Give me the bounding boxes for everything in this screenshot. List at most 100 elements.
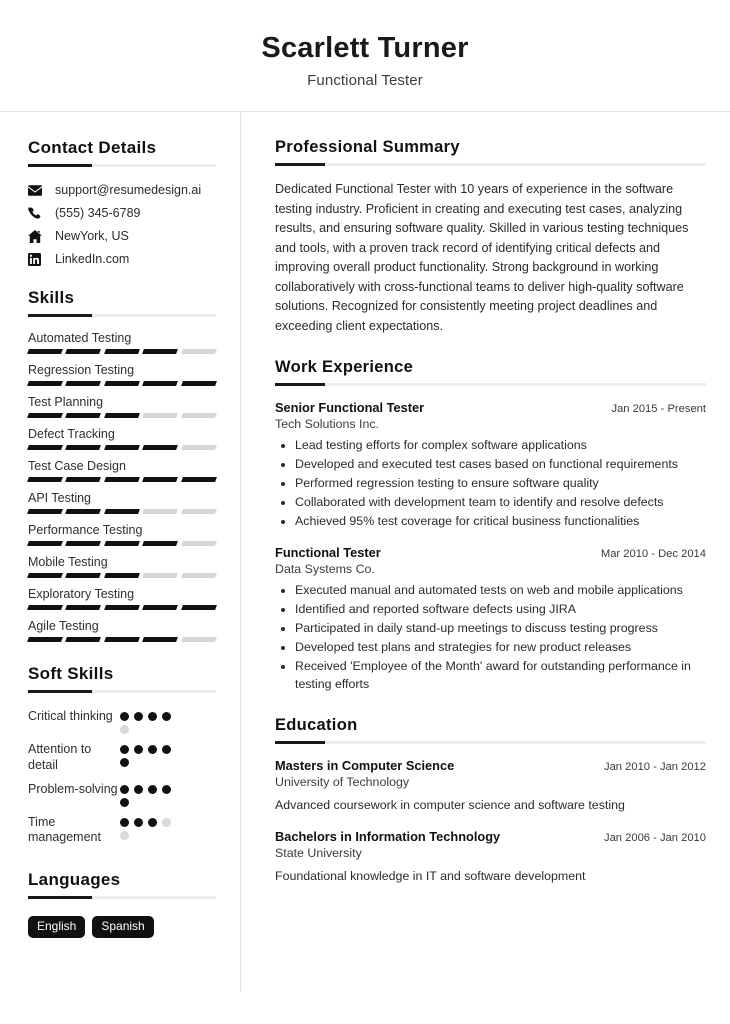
soft-skill-name: Problem-solving (28, 781, 118, 796)
skill-item: API Testing (27, 491, 217, 515)
skill-level-segment (142, 349, 179, 355)
company-name: Tech Solutions Inc. (275, 417, 380, 432)
skill-level-segment (65, 509, 102, 515)
soft-skill-item: Attention to detail (28, 741, 216, 773)
skill-name: Automated Testing (28, 331, 132, 346)
contact-item-text: NewYork, US (55, 229, 129, 244)
skill-level-segment (27, 477, 64, 483)
section-contact-details: Contact Details support@resumedesign.ai (… (28, 138, 216, 266)
skill-level-segment (142, 413, 179, 419)
rating-dot (148, 817, 157, 827)
rating-dot (120, 745, 129, 755)
job-bullet: Identified and reported software defects… (295, 601, 706, 619)
job-bullet: Received 'Employee of the Month' award f… (295, 658, 706, 694)
skill-level-segment (65, 573, 102, 579)
skill-level-bar (27, 605, 217, 611)
rating-dot (120, 712, 129, 722)
soft-skill-rating (120, 814, 182, 840)
section-underline (28, 690, 216, 694)
experience-list: Senior Functional Tester Jan 2015 - Prese… (275, 400, 706, 694)
skill-level-segment (180, 413, 217, 419)
job-bullet: Participated in daily stand-up meetings … (295, 620, 706, 638)
contact-item-text: (555) 345-6789 (55, 206, 141, 221)
skill-level-segment (103, 381, 141, 387)
section-education: Education Masters in Computer Science Jan… (275, 716, 706, 886)
section-underline (275, 741, 706, 745)
languages-list: English Spanish (28, 915, 216, 939)
skill-level-segment (27, 413, 64, 419)
section-skills: Skills Automated Testing Regression Testi… (27, 288, 217, 643)
language-chip[interactable]: English (28, 915, 86, 939)
skill-level-segment (103, 509, 141, 515)
rating-dot (120, 784, 129, 794)
skill-level-segment (142, 445, 179, 451)
skill-level-segment (65, 445, 102, 451)
skill-item: Performance Testing (27, 523, 217, 547)
contact-item[interactable]: support@resumedesign.ai (28, 183, 216, 197)
skill-level-segment (142, 541, 179, 547)
skill-level-segment (103, 541, 141, 547)
degree-title: Masters in Computer Science (275, 758, 455, 774)
rating-dot (148, 745, 157, 755)
skill-level-segment (65, 413, 102, 419)
skill-level-segment (180, 477, 217, 483)
skill-level-segment (65, 605, 102, 611)
sidebar-column: Contact Details support@resumedesign.ai (… (0, 112, 240, 992)
soft-skill-name: Time management (28, 814, 101, 845)
rating-dot (148, 784, 157, 794)
skill-level-bar (27, 445, 217, 451)
candidate-name: Scarlett Turner (261, 32, 469, 64)
language-chip[interactable]: Spanish (92, 915, 154, 939)
institution-name: State University (275, 846, 362, 861)
rating-dot (120, 830, 129, 840)
contact-item[interactable]: LinkedIn.com (28, 252, 216, 266)
skill-level-segment (180, 605, 217, 611)
skill-level-segment (180, 349, 217, 355)
rating-dot (162, 817, 171, 827)
rating-dot (120, 817, 129, 827)
experience-entry: Senior Functional Tester Jan 2015 - Prese… (275, 400, 706, 531)
job-title: Senior Functional Tester (275, 400, 425, 416)
skill-level-segment (142, 637, 179, 643)
contact-item[interactable]: (555) 345-6789 (28, 206, 216, 220)
rating-dot (120, 797, 129, 807)
section-title-languages: Languages (28, 869, 121, 889)
soft-skill-name: Critical thinking (28, 709, 113, 724)
skill-level-segment (27, 445, 64, 451)
skill-level-segment (180, 509, 217, 515)
skill-item: Exploratory Testing (27, 587, 217, 611)
skill-level-bar (27, 413, 217, 419)
skill-level-segment (142, 477, 179, 483)
job-date-range: Jan 2015 - Present (611, 403, 706, 416)
experience-entry: Functional Tester Mar 2010 - Dec 2014 Data… (275, 545, 706, 694)
envelope-icon (28, 183, 46, 197)
skill-level-segment (27, 349, 64, 355)
skill-item: Automated Testing (27, 331, 217, 355)
rating-dot (162, 745, 171, 755)
skill-level-segment (65, 637, 102, 643)
job-bullet: Collaborated with development team to id… (295, 494, 706, 512)
rating-dot (120, 758, 129, 768)
skill-name: Exploratory Testing (28, 587, 135, 602)
skill-level-segment (103, 477, 141, 483)
skill-name: Mobile Testing (28, 555, 108, 570)
skill-level-bar (27, 541, 217, 547)
skill-level-segment (103, 413, 141, 419)
section-underline (275, 383, 706, 387)
skill-level-segment (103, 573, 141, 579)
skill-level-segment (27, 573, 64, 579)
skill-item: Regression Testing (27, 363, 217, 387)
section-underline (275, 163, 706, 167)
section-work-experience: Work Experience Senior Functional Tester… (275, 358, 706, 694)
skill-level-bar (27, 573, 217, 579)
entry-header: Bachelors in Information Technology Jan 2… (275, 829, 706, 844)
skill-level-segment (142, 509, 179, 515)
contact-item[interactable]: NewYork, US (28, 229, 216, 243)
entry-header: Functional Tester Mar 2010 - Dec 2014 (275, 545, 706, 560)
contact-item-text: LinkedIn.com (55, 252, 130, 267)
skill-level-segment (27, 381, 64, 387)
degree-title: Bachelors in Information Technology (275, 829, 501, 845)
soft-skill-rating (120, 741, 182, 768)
skill-level-bar (27, 509, 217, 515)
skill-level-segment (27, 541, 64, 547)
